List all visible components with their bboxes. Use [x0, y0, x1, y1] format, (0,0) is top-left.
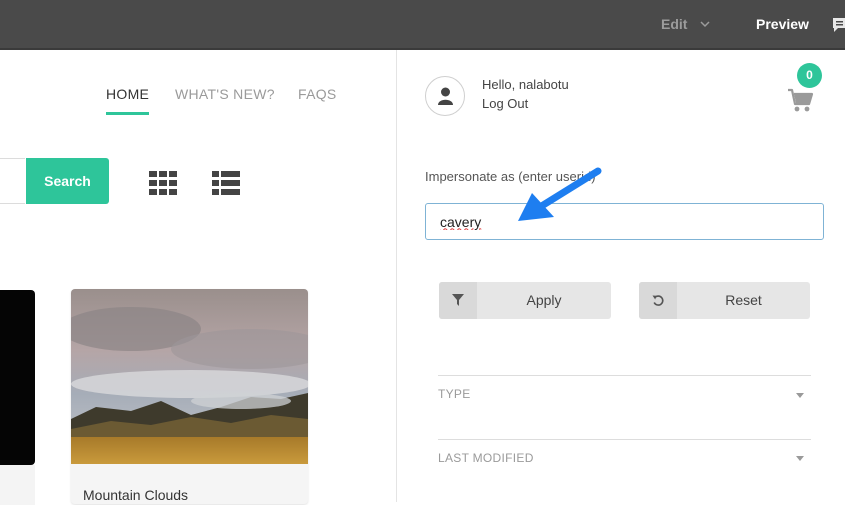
apply-button[interactable]: Apply — [439, 282, 611, 319]
nav-whats-new[interactable]: WHAT'S NEW? — [175, 86, 275, 102]
user-icon — [438, 87, 453, 105]
reset-button[interactable]: Reset — [639, 282, 810, 319]
edit-menu[interactable]: Edit — [661, 16, 687, 32]
avatar — [425, 76, 465, 116]
comment-icon[interactable] — [832, 17, 845, 33]
chevron-down-icon[interactable] — [700, 20, 710, 28]
mountain-photo — [71, 289, 308, 464]
divider — [438, 439, 811, 440]
reset-label: Reset — [725, 292, 762, 308]
grid-view-icon[interactable] — [149, 171, 177, 195]
impersonate-input[interactable] — [425, 203, 824, 240]
asset-card-footer — [0, 465, 35, 505]
filter-last-modified[interactable]: LAST MODIFIED — [438, 451, 534, 465]
caret-down-icon[interactable] — [796, 393, 804, 398]
active-nav-indicator — [106, 112, 149, 115]
preview-button[interactable]: Preview — [756, 16, 809, 32]
card-title[interactable]: Mountain Clouds — [83, 487, 188, 503]
annotation-arrow-icon — [518, 167, 602, 221]
undo-icon — [639, 282, 677, 319]
greeting-text: Hello, nalabotu — [482, 77, 569, 92]
nav-home[interactable]: HOME — [106, 86, 149, 102]
cart-count-badge: 0 — [797, 63, 822, 88]
user-panel — [396, 50, 845, 502]
asset-card[interactable]: Mountain Clouds — [71, 289, 308, 504]
asset-card-thumbnail[interactable] — [0, 290, 35, 465]
nav-faqs[interactable]: FAQS — [298, 86, 337, 102]
list-view-icon[interactable] — [212, 171, 240, 195]
filter-icon — [439, 282, 477, 319]
top-toolbar: Edit Preview — [0, 0, 845, 50]
caret-down-icon[interactable] — [796, 456, 804, 461]
apply-label: Apply — [526, 292, 562, 308]
logout-link[interactable]: Log Out — [482, 96, 528, 111]
divider — [438, 375, 811, 376]
search-button[interactable]: Search — [26, 158, 109, 204]
cart-icon[interactable] — [787, 88, 815, 114]
search-input[interactable] — [0, 158, 25, 204]
filter-type[interactable]: TYPE — [438, 387, 471, 401]
